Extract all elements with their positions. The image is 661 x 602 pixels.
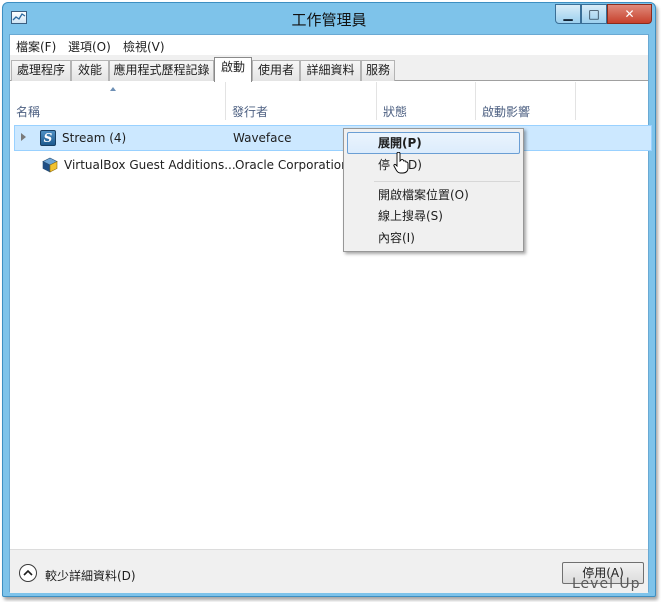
column-label: 狀態 xyxy=(383,105,408,119)
column-label: 名稱 xyxy=(16,105,41,119)
menu-item-search-online[interactable]: 線上搜尋(S) xyxy=(347,205,520,227)
footer-bar: 較少詳細資料(D) 停用(A) xyxy=(10,549,648,593)
menu-separator xyxy=(374,181,520,182)
fewer-details-link[interactable]: 較少詳細資料(D) xyxy=(45,567,136,584)
stream-s-icon: S xyxy=(40,130,56,146)
menu-options[interactable]: 選項(O) xyxy=(68,38,111,55)
hand-cursor-icon xyxy=(393,152,409,174)
context-menu: 展開(P) 停 D) 開啟檔案位置(O) 線上搜尋(S) 內容(I) xyxy=(343,128,524,252)
tab-details[interactable]: 詳細資料 xyxy=(300,60,361,81)
title-bar[interactable]: 工作管理員 ▁ □ ✕ xyxy=(3,3,655,33)
menu-view[interactable]: 檢視(V) xyxy=(123,38,165,55)
watermark-text: Level Up xyxy=(572,576,641,592)
menu-bar: 檔案(F) 選項(O) 檢視(V) xyxy=(10,35,648,55)
menu-item-disable[interactable]: 停 D) xyxy=(347,154,520,176)
menu-item-open-file-location[interactable]: 開啟檔案位置(O) xyxy=(347,184,520,206)
close-button[interactable]: ✕ xyxy=(607,4,652,24)
maximize-icon: □ xyxy=(588,7,600,21)
chevron-up-icon xyxy=(23,569,33,576)
column-label: 啟動影響 xyxy=(482,105,531,119)
tab-performance[interactable]: 效能 xyxy=(71,60,109,81)
tab-startup[interactable]: 啟動 xyxy=(214,57,252,82)
expand-arrow-icon[interactable] xyxy=(21,133,26,141)
column-header-publisher[interactable]: 發行者 xyxy=(226,82,377,120)
row-name: VirtualBox Guest Additions... xyxy=(64,158,236,172)
menu-item-disable-label-start: 停 xyxy=(378,158,391,172)
minimize-button[interactable]: ▁ xyxy=(555,4,581,24)
column-header-startup-impact[interactable]: 啟動影響 xyxy=(476,82,576,120)
sort-ascending-icon xyxy=(110,87,116,91)
column-header-name[interactable]: 名稱 xyxy=(10,82,226,120)
row-name: Stream (4) xyxy=(62,131,127,145)
tab-app-history[interactable]: 應用程式歷程記錄 xyxy=(109,60,214,81)
tab-users[interactable]: 使用者 xyxy=(252,60,300,81)
table-row[interactable]: VirtualBox Guest Additions... Oracle Cor… xyxy=(14,153,652,179)
column-label: 發行者 xyxy=(232,105,269,119)
virtualbox-cube-icon xyxy=(42,157,58,173)
menu-file[interactable]: 檔案(F) xyxy=(16,38,56,55)
maximize-button[interactable]: □ xyxy=(581,4,607,24)
menu-item-properties[interactable]: 內容(I) xyxy=(347,227,520,249)
tab-services[interactable]: 服務 xyxy=(361,60,395,81)
tab-processes[interactable]: 處理程序 xyxy=(11,60,71,81)
window-client-area: 檔案(F) 選項(O) 檢視(V) 處理程序 效能 應用程式歷程記錄 啟動 使用… xyxy=(9,34,652,593)
column-header-status[interactable]: 狀態 xyxy=(377,82,476,120)
table-row[interactable]: S Stream (4) Waveface xyxy=(14,125,652,151)
menu-item-expand[interactable]: 展開(P) xyxy=(347,132,520,154)
row-publisher: Oracle Corporation xyxy=(235,158,349,172)
task-manager-window: 工作管理員 ▁ □ ✕ 檔案(F) 選項(O) 檢視(V) 處理程序 效能 應用… xyxy=(2,2,656,597)
row-publisher: Waveface xyxy=(233,131,292,145)
minimize-icon: ▁ xyxy=(563,7,573,21)
startup-list: 名稱 發行者 狀態 啟動影響 S Stream (4) Waveface Vir… xyxy=(10,82,652,549)
tab-strip: 處理程序 效能 應用程式歷程記錄 啟動 使用者 詳細資料 服務 xyxy=(10,55,648,82)
fewer-details-button[interactable] xyxy=(19,564,37,582)
menu-item-disable-label-end: D) xyxy=(408,158,422,172)
close-icon: ✕ xyxy=(624,7,635,21)
